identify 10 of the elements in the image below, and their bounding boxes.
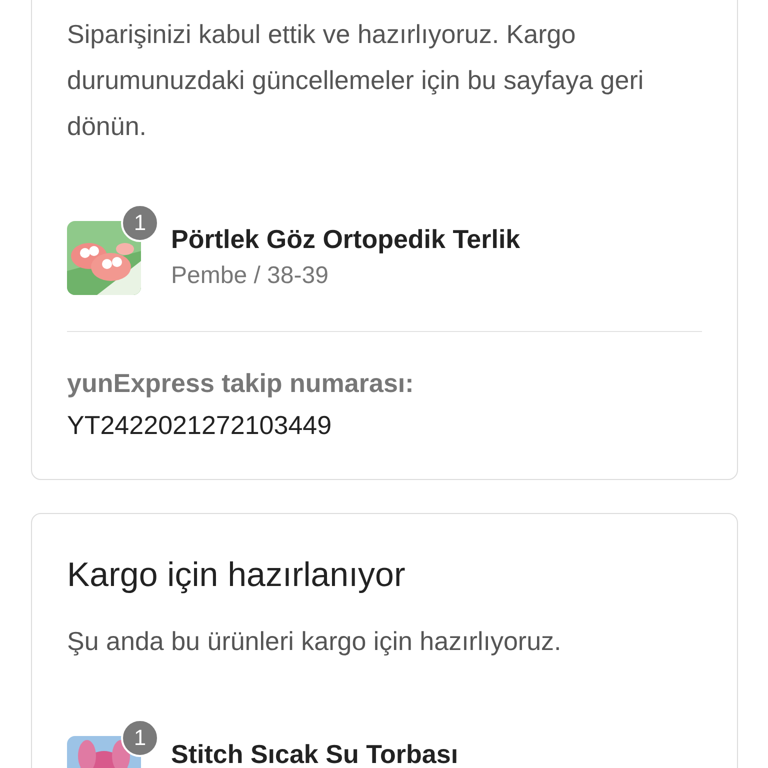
tracking-number: YT2422021272103449 [67, 409, 333, 442]
product-variant: Pembe / 38-39 [171, 261, 330, 291]
product-name: Stitch Sıcak Su Torbası [171, 738, 458, 768]
quantity-badge: 1 [121, 719, 159, 757]
section-title: Kargo için hazırlanıyor [67, 555, 406, 596]
status-message: Şu anda bu ürünleri kargo için hazırlıyoruz. [67, 625, 562, 658]
tracking-label: yunExpress takip numarası: [67, 367, 415, 400]
quantity-badge: 1 [121, 204, 159, 242]
product-name: Pörtlek Göz Ortopedik Terlik [171, 223, 520, 255]
status-message: Siparişinizi kabul ettik ve hazırlıyoruz. Kargo durumunuzdaki güncellemeler için bu sayfaya geri dönün. [67, 18, 645, 143]
